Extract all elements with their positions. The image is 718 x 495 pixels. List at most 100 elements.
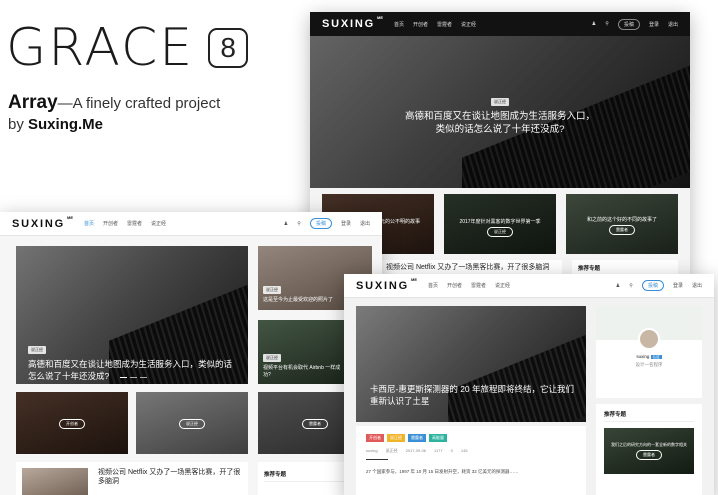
login-link[interactable]: 登录 [341, 220, 351, 227]
nav-item-thunder[interactable]: 雷霆者 [127, 220, 142, 227]
nav-item-home[interactable]: 首页 [394, 21, 404, 28]
carousel-dot[interactable] [140, 376, 147, 378]
post-tag[interactable]: 开创者 [366, 434, 384, 442]
nav-item-home[interactable]: 首页 [428, 282, 438, 289]
profile-desc: 设计一名程序 [635, 362, 663, 367]
hero-tag[interactable]: 说正经 [28, 346, 46, 354]
profile-name[interactable]: suxing [636, 354, 649, 359]
logout-link[interactable]: 退出 [668, 21, 678, 28]
article-title[interactable]: 视频公司 Netflix 又办了一场黑客比赛，开了很多脑洞 [98, 468, 242, 486]
post-meta: suxing 说正经 2017-09-06 1177 0 145 [366, 448, 576, 454]
mockup-light-theme-right: SUXING ME 首页 开创者 雷霆者 说正经 ♟ ⚲ 投稿 登录 退出 卡西尼… [344, 274, 714, 495]
post-tags: 开创者 说正经 雷霆者 高能量 [366, 434, 576, 442]
login-link[interactable]: 登录 [673, 282, 683, 289]
bell-icon[interactable]: ♟ [616, 283, 620, 289]
card-3-button[interactable]: 雷霆者 [609, 225, 635, 235]
nav-item-serious[interactable]: 说正经 [151, 220, 166, 227]
site-logo[interactable]: SUXING ME [356, 277, 417, 292]
topic-card[interactable]: 我们之后的研究方向的一套全新的数字相关 雷霆者 [604, 428, 694, 474]
nav-item-home[interactable]: 首页 [84, 220, 94, 227]
nav-item-thunder[interactable]: 雷霆者 [437, 21, 452, 28]
meta-category[interactable]: 说正经 [386, 448, 398, 454]
card-3-caption: 和之前的这个好的不同的故事了 雷霆者 [566, 216, 678, 235]
hero-caption: 说正经 高德和百度又在谈让地图成为生活服务入口，类似的话怎么说了十年还没成? [28, 338, 233, 382]
bell-icon[interactable]: ♟ [284, 221, 288, 227]
post-tag[interactable]: 说正经 [387, 434, 405, 442]
hero-banner[interactable]: 说正经 高德和百度又在谈让地图成为生活服务入口，类似的话怎么说了十年还没成? [16, 246, 248, 384]
left-navbar: SUXING ME 首页 开创者 雷霆者 说正经 ♟ ⚲ 投稿 登录 退出 [0, 212, 382, 236]
article-title[interactable]: 视频公司 Netflix 又办了一场黑客比赛，开了很多脑洞 [386, 263, 558, 272]
byline: by Suxing.Me [8, 116, 103, 133]
mini-card-2-button[interactable]: 说正经 [179, 419, 205, 429]
card-3[interactable]: 和之前的这个好的不同的故事了 雷霆者 [566, 194, 678, 254]
logo-sup: ME [376, 15, 383, 20]
contribute-button[interactable]: 投稿 [309, 218, 332, 229]
top-navbar: SUXING ME 首页 开创者 雷霆者 说正经 ♟ ⚲ 投稿 登录 退出 [310, 12, 690, 36]
right-navbar: SUXING ME 首页 开创者 雷霆者 说正经 ♟ ⚲ 投稿 登录 退出 [344, 274, 714, 298]
post-tag[interactable]: 雷霆者 [408, 434, 426, 442]
hero-banner[interactable]: 说正经 高德和百度又在谈让地图成为生活服务入口，类似的话怎么说了十年还没成? [310, 36, 690, 188]
nav-item-creators[interactable]: 开创者 [447, 282, 462, 289]
avatar[interactable] [638, 328, 660, 350]
search-icon[interactable]: ⚲ [297, 221, 301, 227]
hero-title[interactable]: 高德和百度又在谈让地图成为生活服务入口，类似的话怎么说了十年还没成? [28, 359, 233, 382]
carousel-dots [120, 376, 147, 378]
card-2-title: 2017年度针对黑客的数字世界第一季 [459, 219, 541, 225]
logo-sup: ME [66, 214, 73, 220]
grace-wordmark: GRACE [6, 18, 195, 78]
search-icon[interactable]: ⚲ [605, 21, 609, 27]
side-card-2-title: 视频平台有机会取代 Airbnb 一样成功? [263, 365, 341, 378]
post-body: 开创者 说正经 雷霆者 高能量 suxing 说正经 2017-09-06 11… [356, 426, 586, 495]
topic-card-button[interactable]: 雷霆者 [636, 450, 662, 460]
site-logo[interactable]: SUXING ME [12, 215, 73, 230]
profile-meta: suxing 认证 设计一名程序 [596, 354, 702, 368]
article-row[interactable]: 视频公司 Netflix 又办了一场黑客比赛，开了很多脑洞 [16, 462, 248, 495]
nav-item-creators[interactable]: 开创者 [103, 220, 118, 227]
post-hero-title[interactable]: 卡西尼-惠更斯探测器的 20 年旅程即将终结，它让我们重新认识了土星 [370, 384, 575, 407]
carousel-dot[interactable] [130, 376, 137, 378]
mini-card-2-caption: 说正经 [136, 419, 248, 429]
mini-card-2[interactable]: 说正经 [136, 392, 248, 454]
meta-author[interactable]: suxing [366, 448, 378, 454]
search-icon[interactable]: ⚲ [629, 283, 633, 289]
tagline: Array—A finely crafted project [8, 92, 220, 114]
card-2-button[interactable]: 说正经 [487, 227, 513, 237]
meta-comments: 0 [450, 448, 453, 453]
logo-text: SUXING [322, 18, 375, 30]
login-link[interactable]: 登录 [649, 21, 659, 28]
mini-card-1[interactable]: 开创者 [16, 392, 128, 454]
contribute-button[interactable]: 投稿 [617, 18, 640, 30]
topic-card-title: 我们之后的研究方向的一套全新的数字相关 [611, 442, 687, 447]
bell-icon[interactable]: ♟ [592, 21, 596, 27]
post-hero[interactable]: 卡西尼-惠更斯探测器的 20 年旅程即将终结，它让我们重新认识了土星 [356, 306, 586, 422]
hero-tag[interactable]: 说正经 [491, 98, 509, 106]
article-thumbnail[interactable] [22, 468, 88, 495]
logo-sup: ME [410, 276, 417, 282]
logout-link[interactable]: 退出 [360, 220, 370, 227]
side-card-2-tag[interactable]: 说正经 [263, 354, 281, 362]
card-2[interactable]: 2017年度针对黑客的数字世界第一季 说正经 [444, 194, 556, 254]
contribute-button[interactable]: 投稿 [641, 280, 664, 291]
meta-likes: 145 [460, 448, 468, 453]
mini-card-1-button[interactable]: 开创者 [59, 419, 85, 429]
nav-item-serious[interactable]: 说正经 [495, 282, 510, 289]
logout-link[interactable]: 退出 [692, 282, 702, 289]
mini-card-1-caption: 开创者 [16, 419, 128, 429]
meta-date: 2017-09-06 [405, 448, 427, 453]
card-3-title: 和之前的这个好的不同的故事了 [586, 217, 657, 223]
side-card-2-caption: 说正经 视频平台有机会取代 Airbnb 一样成功? [263, 354, 343, 378]
topic-card-caption: 我们之后的研究方向的一套全新的数字相关 雷霆者 [604, 442, 694, 460]
post-tag[interactable]: 高能量 [429, 434, 447, 442]
hero-title[interactable]: 高德和百度又在谈让地图成为生活服务入口，类似的话怎么说了十年还没成? [405, 110, 595, 136]
side-card-1-tag[interactable]: 说正经 [263, 286, 281, 294]
nav-item-thunder[interactable]: 雷霆者 [471, 282, 486, 289]
mini-card-3-button[interactable]: 雷霆者 [302, 419, 328, 429]
divider [366, 459, 388, 460]
profile-badge: 认证 [650, 355, 662, 359]
carousel-dot[interactable] [120, 376, 127, 378]
card-2-caption: 2017年度针对黑客的数字世界第一季 说正经 [444, 218, 556, 237]
hero-caption: 说正经 高德和百度又在谈让地图成为生活服务入口，类似的话怎么说了十年还没成? [310, 98, 690, 136]
nav-item-serious[interactable]: 说正经 [461, 21, 476, 28]
site-logo[interactable]: SUXING ME [322, 15, 383, 30]
nav-item-creators[interactable]: 开创者 [413, 21, 428, 28]
